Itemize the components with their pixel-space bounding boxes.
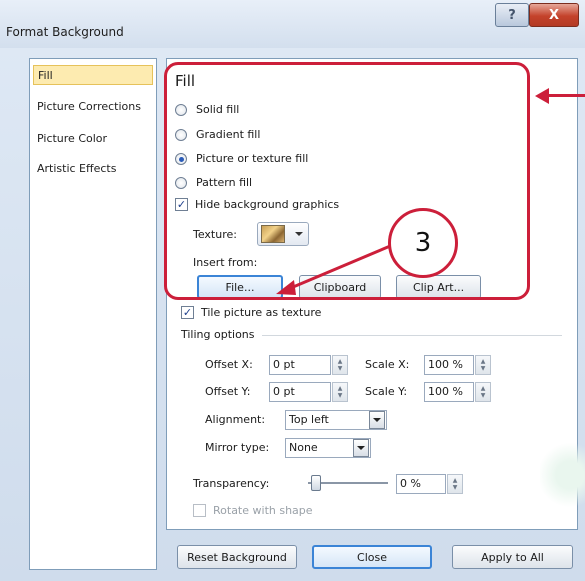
rotate-with-shape-checkbox[interactable] [193, 504, 206, 517]
transparency-spinner[interactable]: ▲ ▼ [447, 474, 463, 494]
dialog-title: Format Background [6, 25, 124, 39]
alignment-label: Alignment: [205, 413, 266, 426]
dialog-window: Format Background ? X Fill Picture Corre… [0, 0, 585, 581]
transparency-slider-thumb[interactable] [311, 475, 321, 491]
step-callout: 3 [388, 208, 458, 278]
category-sidebar: Fill Picture Corrections Picture Color A… [29, 58, 157, 570]
mirror-type-label: Mirror type: [205, 441, 270, 454]
sidebar-item-fill[interactable]: Fill [33, 65, 153, 85]
highlight-arrow-line [548, 94, 585, 97]
mirror-type-dropdown-button[interactable] [353, 439, 369, 457]
tile-picture-option[interactable]: ✓ Tile picture as texture [181, 306, 321, 319]
tile-picture-label: Tile picture as texture [201, 306, 322, 319]
scale-y-label: Scale Y: [365, 385, 408, 398]
alignment-value: Top left [289, 413, 329, 426]
transparency-label: Transparency: [193, 477, 270, 490]
close-button[interactable]: Close [312, 545, 432, 569]
offset-y-label: Offset Y: [205, 385, 251, 398]
transparency-input[interactable]: 0 % [396, 474, 446, 494]
offset-y-input[interactable]: 0 pt [269, 382, 331, 402]
section-divider [262, 335, 562, 336]
scale-y-spinner[interactable]: ▲ ▼ [475, 382, 491, 402]
decorative-glow [540, 440, 585, 510]
callout-pointer-arrow [276, 242, 396, 295]
offset-x-input[interactable]: 0 pt [269, 355, 331, 375]
offset-x-spinner[interactable]: ▲ ▼ [332, 355, 348, 375]
chevron-down-icon [357, 446, 365, 450]
alignment-dropdown-button[interactable] [369, 411, 385, 429]
sidebar-item-picture-corrections[interactable]: Picture Corrections [33, 97, 153, 117]
mirror-type-value: None [289, 441, 318, 454]
scale-x-spinner[interactable]: ▲ ▼ [475, 355, 491, 375]
scale-x-input[interactable]: 100 % [424, 355, 474, 375]
chevron-down-icon [373, 418, 381, 422]
tiling-options-title: Tiling options [181, 328, 255, 341]
help-button[interactable]: ? [495, 3, 529, 27]
scale-x-label: Scale X: [365, 358, 410, 371]
sidebar-item-artistic-effects[interactable]: Artistic Effects [33, 159, 153, 179]
highlight-arrow-head [535, 88, 549, 104]
rotate-with-shape-option[interactable]: Rotate with shape [193, 504, 313, 517]
apply-to-all-button[interactable]: Apply to All [452, 545, 573, 569]
close-window-button[interactable]: X [529, 3, 579, 27]
offset-x-label: Offset X: [205, 358, 253, 371]
tile-picture-checkbox[interactable]: ✓ [181, 306, 194, 319]
reset-background-button[interactable]: Reset Background [177, 545, 297, 569]
offset-y-spinner[interactable]: ▲ ▼ [332, 382, 348, 402]
rotate-with-shape-label: Rotate with shape [213, 504, 313, 517]
scale-y-input[interactable]: 100 % [424, 382, 474, 402]
title-bar: Format Background ? X [0, 0, 585, 48]
sidebar-item-picture-color[interactable]: Picture Color [33, 129, 153, 149]
